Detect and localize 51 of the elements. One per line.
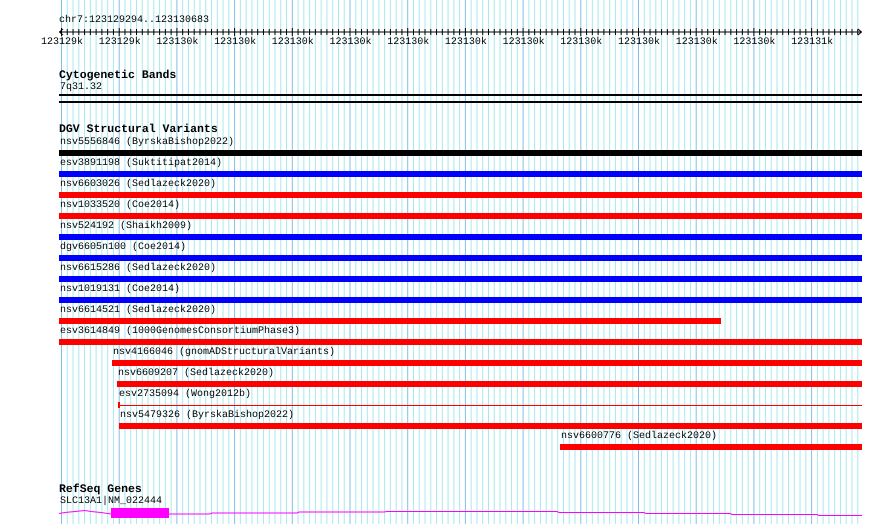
tick-label: 123129k [98,37,141,49]
variant-bar[interactable] [59,297,862,303]
location-label: chr7:123129294..123130683 [59,15,210,27]
variant-bar[interactable] [59,192,862,198]
tick-label: 123130k [502,37,545,49]
variant-bar[interactable] [119,423,862,429]
variant-label: esv3614849 (1000GenomesConsortiumPhase3) [59,325,300,339]
variant-label: nsv1033520 (Coe2014) [59,199,180,213]
tick-label: 123130k [214,37,256,49]
variant-label: nsv4166046 (gnomADStructuralVariants) [112,346,336,360]
variant-bar[interactable] [59,171,862,177]
tick-label: 123129k [41,37,84,49]
tick-label: 123130k [444,37,487,49]
tick-label: 123130k [560,37,602,49]
variant-label: nsv1019131 (Coe2014) [59,283,180,297]
variant-bar[interactable] [560,444,862,450]
variant-bar[interactable] [59,150,862,156]
track-title: RefSeq Genes [59,484,142,496]
tick-label: 123130k [156,37,198,49]
variant-label: nsv6600776 (Sedlazeck2020) [560,430,718,444]
tick-label: 123130k [272,37,314,49]
variant-bar[interactable] [59,276,862,282]
variant-label: esv2735094 (Wong2012b) [118,388,252,402]
gene-model-drawing[interactable] [59,508,862,519]
variant-bar[interactable] [59,213,862,219]
variant-bar[interactable] [59,339,862,345]
variant-bar[interactable] [59,234,862,240]
band-label: 7q31.32 [59,82,102,94]
variant-bar[interactable] [117,381,862,387]
variant-label: nsv5479326 (ByrskaBishop2022) [119,409,294,423]
variant-label: nsv6614521 (Sedlazeck2020) [59,304,216,318]
track-title: DGV Structural Variants [59,124,218,136]
variant-label: esv3891198 (Suktitipat2014) [59,157,222,171]
tick-label: 123130k [330,37,372,49]
variant-line[interactable] [118,402,862,408]
tick-label: 123130k [733,37,776,49]
variant-bar[interactable] [112,360,862,366]
variant-bar[interactable] [59,255,862,261]
variant-label: nsv6609207 (Sedlazeck2020) [117,367,274,381]
track-title: Cytogenetic Bands [59,70,176,82]
tick-label: 123130k [618,37,660,49]
variant-bar[interactable] [59,318,721,324]
variant-label: dgv6605n100 (Coe2014) [59,241,186,255]
variant-label: nsv524192 (Shaikh2009) [59,220,192,234]
variant-label: nsv5556846 (ByrskaBishop2022) [59,136,234,150]
tick-label: 123130k [676,37,718,49]
variant-label: nsv6615286 (Sedlazeck2020) [59,262,216,276]
tick-label: 123130k [387,37,430,49]
tick-label: 123131k [791,37,834,49]
gene-label: SLC13A1|NM_022444 [59,496,162,508]
variant-label: nsv6603026 (Sedlazeck2020) [59,178,216,192]
